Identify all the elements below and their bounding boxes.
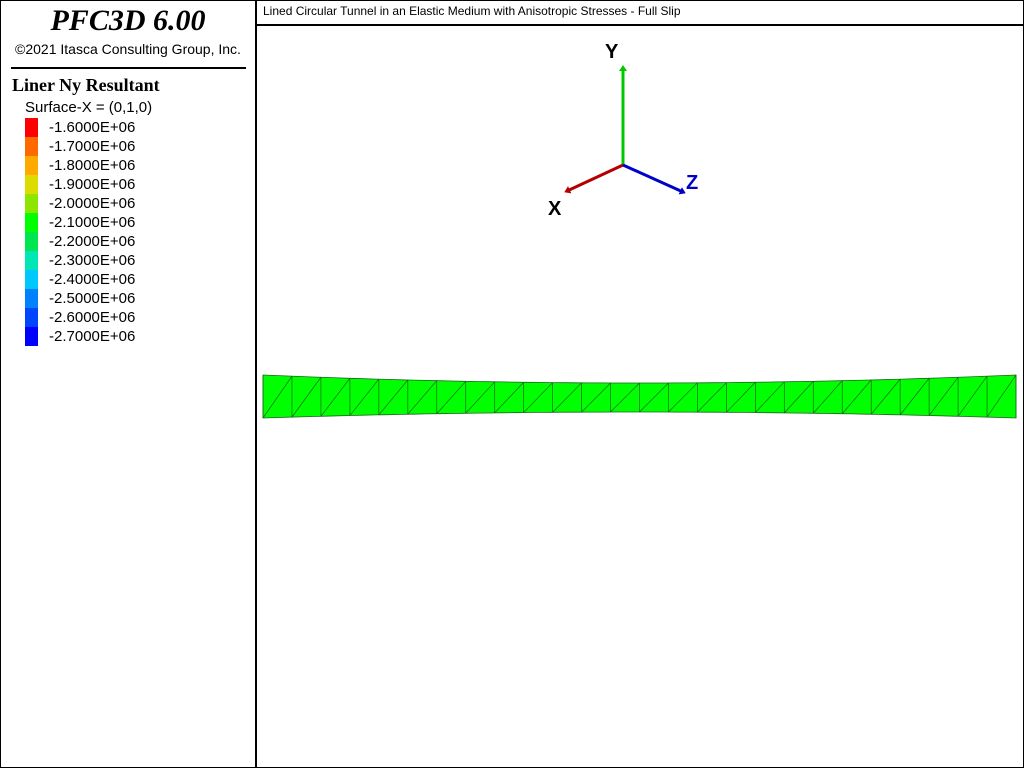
x-axis-label: X [548,198,562,220]
legend-swatch [25,270,38,289]
legend-title: Liner Ny Resultant [12,75,160,95]
copyright-text: ©2021 Itasca Consulting Group, Inc. [15,41,241,57]
legend-label: -2.3000E+06 [49,252,136,269]
legend-label: -2.5000E+06 [49,290,136,307]
liner-shell [262,374,1017,419]
legend-swatch [25,137,38,156]
legend-swatch [25,251,38,270]
legend-label: -1.8000E+06 [49,157,136,174]
legend-subtitle: Surface-X = (0,1,0) [25,99,153,116]
viewport-canvas[interactable]: Y X Z [257,26,1023,767]
legend-divider [11,67,246,69]
legend-swatch [25,213,38,232]
app-title: PFC3D 6.00 [50,4,206,37]
x-axis-arrow [564,163,624,194]
z-axis-label: Z [686,172,698,194]
model-viewport[interactable]: Y X Z [257,26,1023,767]
y-axis-label: Y [605,41,619,63]
legend-panel: PFC3D 6.00 ©2021 Itasca Consulting Group… [1,1,255,767]
legend-label: -1.7000E+06 [49,138,136,155]
legend-label: -2.0000E+06 [49,195,136,212]
legend-label: -2.4000E+06 [49,271,136,288]
legend-swatch [25,156,38,175]
legend-label: -2.2000E+06 [49,233,136,250]
plot-title: Lined Circular Tunnel in an Elastic Medi… [263,4,681,18]
legend-swatch [25,232,38,251]
legend-swatch [25,308,38,327]
legend-swatch [25,118,38,137]
legend-swatch [25,175,38,194]
legend-label: -2.1000E+06 [49,214,136,231]
legend-swatch [25,289,38,308]
legend-swatch [25,327,38,346]
legend-swatch [25,194,38,213]
z-axis-arrow [622,163,686,195]
legend-label: -1.9000E+06 [49,176,136,193]
legend-label: -2.6000E+06 [49,309,136,326]
legend-label: -1.6000E+06 [49,119,136,136]
axis-triad: Y X Z [548,41,698,220]
legend-label: -2.7000E+06 [49,328,136,345]
